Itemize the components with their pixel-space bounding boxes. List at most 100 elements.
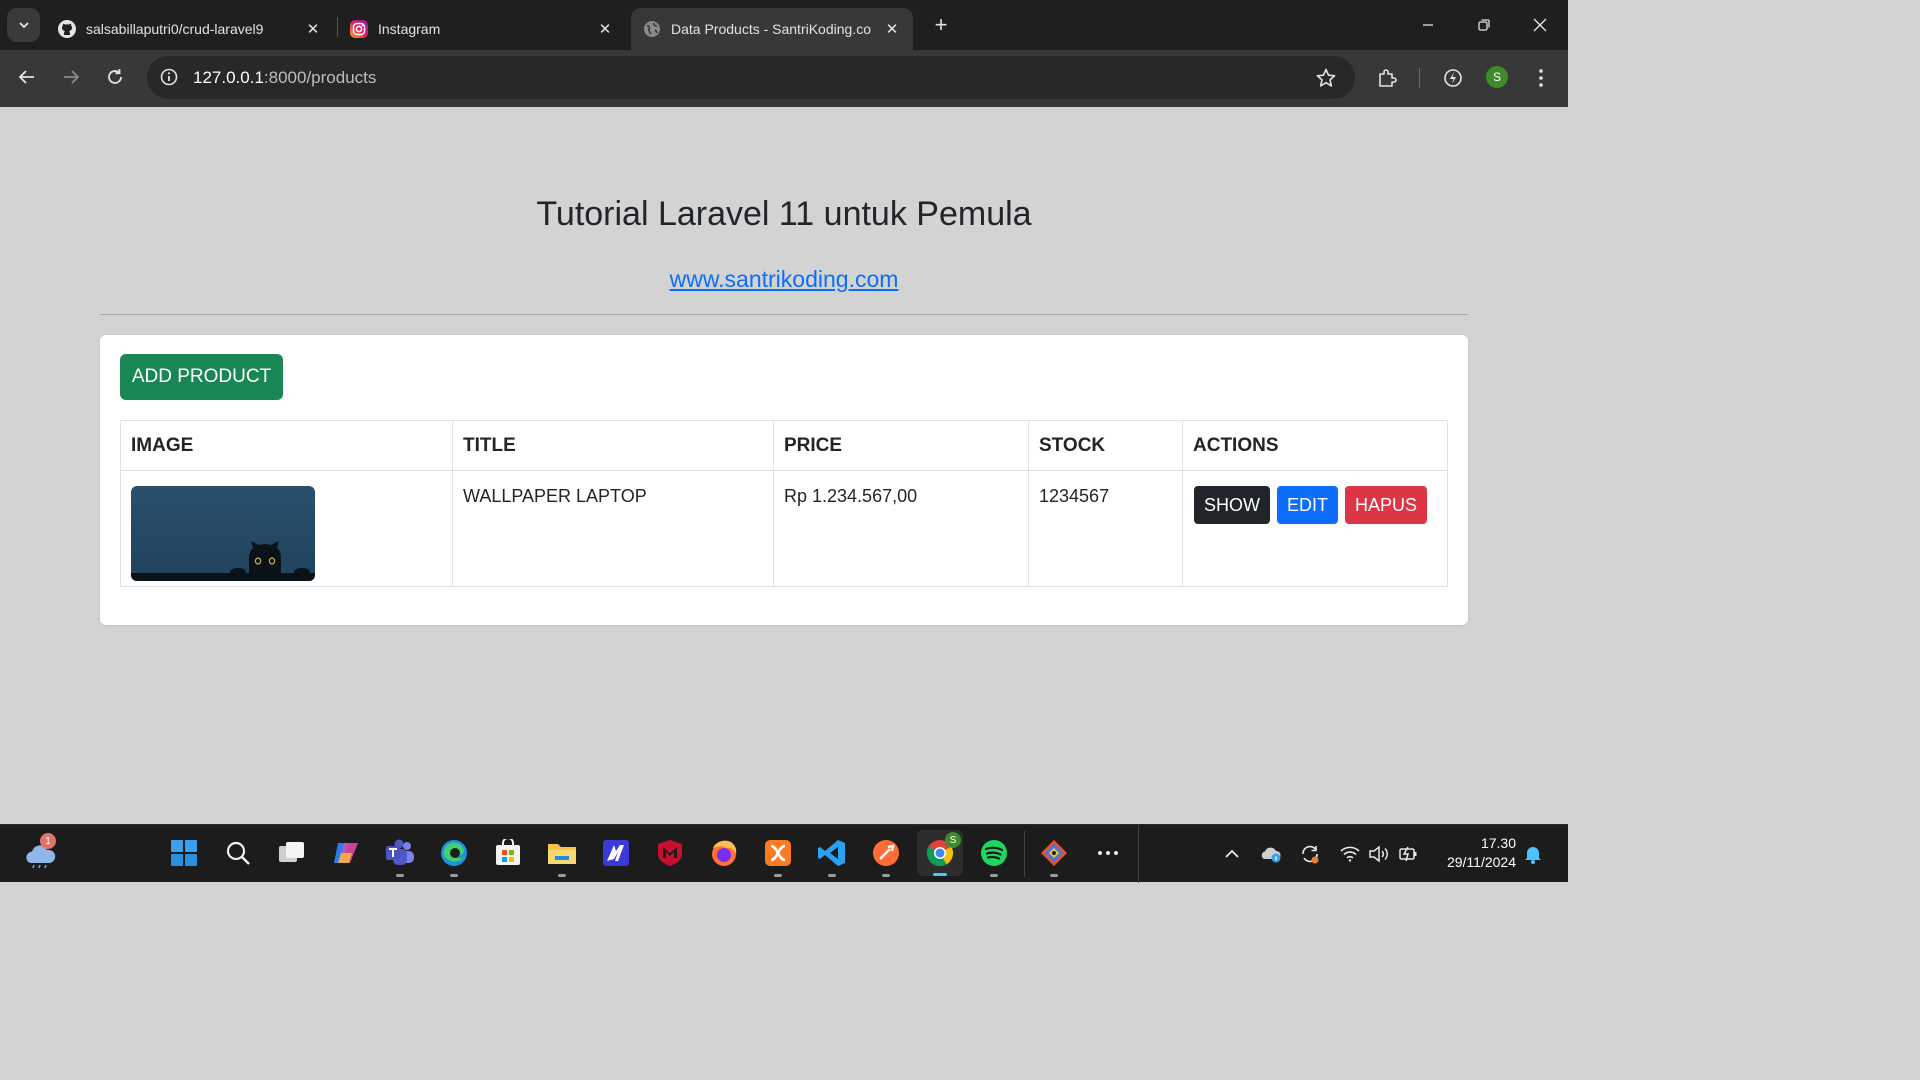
divider	[100, 314, 1468, 315]
url-host: 127.0.0.1	[193, 68, 264, 87]
task-view-button[interactable]	[276, 837, 308, 869]
start-icon	[171, 840, 197, 866]
edit-button[interactable]: EDIT	[1277, 486, 1339, 524]
git-button[interactable]	[1038, 837, 1070, 877]
clock-date: 29/11/2024	[1446, 854, 1516, 870]
close-icon	[1533, 18, 1547, 32]
bell-icon	[1525, 847, 1541, 864]
column-header-image: IMAGE	[120, 420, 453, 471]
site-info-icon[interactable]	[159, 67, 179, 87]
taskbar-divider	[1024, 831, 1025, 877]
products-card: ADD PRODUCT IMAGE TITLE PRICE STOCK ACTI…	[100, 335, 1468, 625]
store-button[interactable]	[492, 837, 524, 869]
instagram-icon	[350, 20, 368, 38]
volume-button[interactable]	[1368, 843, 1390, 865]
performance-button[interactable]	[1440, 65, 1466, 91]
git-icon	[1041, 840, 1067, 866]
products-table: IMAGE TITLE PRICE STOCK ACTIONS WALLPAPE…	[120, 420, 1448, 587]
start-button[interactable]	[168, 837, 200, 869]
more-vertical-icon	[1539, 69, 1543, 87]
teams-icon	[386, 839, 414, 865]
bookmark-star-icon[interactable]	[1315, 67, 1337, 89]
browser-menu-button[interactable]	[1528, 65, 1554, 91]
tab-strip: salsabillaputri0/crud-laravel9 ✕ Instagr…	[0, 0, 1568, 50]
site-link[interactable]: www.santrikoding.com	[670, 266, 899, 292]
back-button[interactable]	[10, 60, 44, 94]
table-header-row: IMAGE TITLE PRICE STOCK ACTIONS	[120, 420, 1448, 471]
edge-button[interactable]	[438, 837, 470, 877]
tab-title: Instagram	[378, 21, 441, 37]
show-hidden-icons-button[interactable]	[1221, 843, 1243, 865]
profile-avatar[interactable]: S	[1486, 66, 1508, 88]
running-indicator	[882, 874, 890, 877]
arrow-right-icon	[64, 70, 80, 84]
chevron-up-icon	[1225, 849, 1239, 858]
product-image	[131, 486, 315, 581]
close-icon[interactable]: ✕	[596, 20, 614, 38]
close-icon[interactable]: ✕	[883, 20, 901, 38]
chevron-down-icon	[18, 22, 29, 29]
running-indicator	[990, 874, 998, 877]
app-button[interactable]	[600, 837, 632, 869]
teams-button[interactable]	[384, 837, 416, 877]
chrome-button[interactable]: S	[917, 830, 963, 876]
tab-github[interactable]: salsabillaputri0/crud-laravel9 ✕	[46, 8, 334, 50]
system-clock[interactable]: 17.30 29/11/2024	[1430, 834, 1516, 872]
minimize-button[interactable]	[1400, 0, 1456, 50]
speed-icon	[1444, 69, 1462, 87]
battery-button[interactable]	[1398, 843, 1420, 865]
taskbar-tray-divider	[1138, 825, 1139, 883]
vscode-icon	[818, 840, 845, 866]
window-close-button[interactable]	[1512, 0, 1568, 50]
tab-title: salsabillaputri0/crud-laravel9	[86, 21, 264, 37]
onedrive-button[interactable]	[1260, 843, 1282, 865]
tab-data-products[interactable]: Data Products - SantriKoding.co ✕	[631, 8, 913, 50]
github-icon	[58, 20, 76, 38]
file-explorer-button[interactable]	[546, 837, 578, 877]
product-price-cell: Rp 1.234.567,00	[773, 470, 1029, 587]
spotify-icon	[981, 840, 1007, 866]
sync-icon	[1302, 845, 1319, 864]
tab-instagram[interactable]: Instagram ✕	[338, 8, 626, 50]
column-header-stock: STOCK	[1028, 420, 1183, 471]
more-apps-button[interactable]	[1092, 837, 1124, 869]
show-button[interactable]: SHOW	[1194, 486, 1270, 524]
reload-button[interactable]	[98, 60, 132, 94]
xampp-icon	[765, 840, 791, 866]
restore-button[interactable]	[1456, 0, 1512, 50]
wifi-button[interactable]	[1339, 843, 1361, 865]
vscode-button[interactable]	[816, 837, 848, 877]
extensions-button[interactable]	[1374, 65, 1400, 91]
minimize-icon	[1423, 24, 1433, 26]
page-title: Tutorial Laravel 11 untuk Pemula	[536, 195, 1032, 233]
new-tab-button[interactable]: +	[928, 12, 954, 38]
spotify-button[interactable]	[978, 837, 1010, 877]
weather-widget[interactable]: 1	[24, 833, 56, 869]
sync-button[interactable]	[1299, 843, 1321, 865]
notifications-button[interactable]	[1522, 843, 1544, 865]
page-content: Tutorial Laravel 11 untuk Pemula www.san…	[0, 107, 1568, 824]
search-icon	[226, 841, 250, 865]
product-actions-cell: SHOW EDIT HAPUS	[1182, 470, 1448, 587]
mcafee-button[interactable]	[654, 837, 686, 869]
running-indicator	[828, 874, 836, 877]
close-icon[interactable]: ✕	[304, 20, 322, 38]
edge-icon	[441, 840, 467, 866]
firefox-button[interactable]	[708, 837, 740, 869]
running-indicator	[1050, 874, 1058, 877]
column-header-actions: ACTIONS	[1182, 420, 1448, 471]
xampp-button[interactable]	[762, 837, 794, 877]
windows-taskbar: 1 S 17.30 29/11/2024	[0, 824, 1568, 883]
address-bar[interactable]: 127.0.0.1:8000/products	[147, 56, 1355, 99]
postman-button[interactable]	[870, 837, 902, 877]
store-icon	[496, 839, 520, 865]
delete-button[interactable]: HAPUS	[1345, 486, 1428, 524]
forward-button[interactable]	[54, 60, 88, 94]
add-product-button[interactable]: ADD PRODUCT	[120, 354, 283, 400]
taskbar-search-button[interactable]	[222, 837, 254, 869]
url-text: 127.0.0.1:8000/products	[193, 68, 376, 88]
browser-toolbar: 127.0.0.1:8000/products S	[0, 50, 1568, 107]
running-indicator	[774, 874, 782, 877]
tab-search-button[interactable]	[7, 8, 40, 42]
copilot-button[interactable]	[330, 837, 362, 869]
